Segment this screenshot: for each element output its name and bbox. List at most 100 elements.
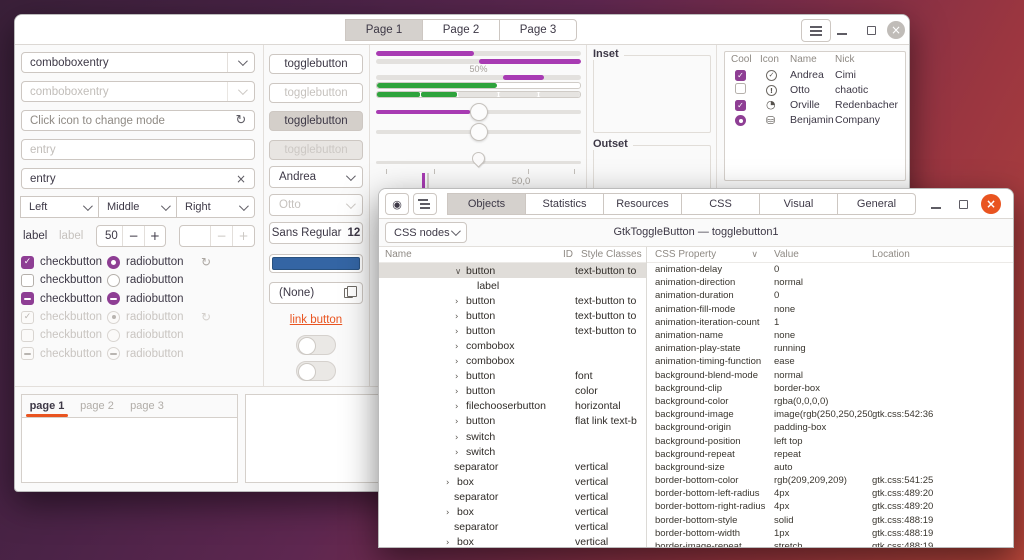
column-header-value[interactable]: Value bbox=[766, 249, 872, 260]
position-combobox[interactable]: Right bbox=[176, 196, 255, 218]
node-tree-row[interactable]: ∨button text-button to bbox=[379, 263, 646, 278]
color-button[interactable] bbox=[269, 254, 363, 273]
cool-checkbox[interactable] bbox=[735, 83, 746, 94]
css-property-row[interactable]: background-position left top bbox=[647, 434, 1013, 447]
clear-icon[interactable]: × bbox=[228, 172, 254, 186]
css-property-row[interactable]: animation-name none bbox=[647, 329, 1013, 342]
node-tree-row[interactable]: ›button text-button to bbox=[379, 308, 646, 323]
main-headerbar[interactable]: Page 1 Page 2 Page 3 × bbox=[15, 15, 909, 45]
slider-handle[interactable] bbox=[470, 103, 488, 121]
column-header-css-property[interactable]: CSS Property bbox=[655, 249, 716, 260]
togglebutton[interactable]: togglebutton bbox=[269, 54, 363, 74]
spin-minus-button[interactable]: − bbox=[122, 226, 143, 246]
mode-entry[interactable]: ↻ bbox=[21, 110, 255, 131]
maximize-button[interactable] bbox=[867, 26, 876, 35]
css-property-row[interactable]: background-size auto bbox=[647, 461, 1013, 474]
expander-icon[interactable]: › bbox=[455, 327, 466, 337]
inspector-tab[interactable]: Statistics bbox=[525, 193, 604, 215]
node-tree-row[interactable]: separator vertical bbox=[379, 459, 646, 474]
menu-button[interactable] bbox=[801, 19, 831, 42]
checkbox[interactable] bbox=[21, 329, 34, 342]
inspector-headerbar[interactable]: ◉ Objects Statistics Resources CSS Visua… bbox=[379, 189, 1013, 219]
filechooser-button[interactable]: (None) bbox=[269, 282, 363, 304]
notebook-tab[interactable]: page 1 bbox=[22, 395, 72, 417]
radiobutton[interactable] bbox=[107, 311, 120, 324]
node-tree-row[interactable]: ›box vertical bbox=[379, 505, 646, 520]
node-tree-row[interactable]: ›combobox bbox=[379, 338, 646, 353]
comboboxentry[interactable] bbox=[21, 52, 255, 73]
column-header-location[interactable]: Location bbox=[872, 249, 1013, 260]
radiobutton[interactable] bbox=[107, 274, 120, 287]
css-property-row[interactable]: background-repeat repeat bbox=[647, 448, 1013, 461]
css-property-row[interactable]: border-bottom-width 1px gtk.css:488:19 bbox=[647, 527, 1013, 540]
css-property-row[interactable]: background-color rgba(0,0,0,0) bbox=[647, 395, 1013, 408]
node-tree-row[interactable]: ›button text-button to bbox=[379, 293, 646, 308]
scale-marks[interactable] bbox=[376, 151, 581, 177]
css-property-row[interactable]: animation-delay 0 bbox=[647, 263, 1013, 276]
treeview-header[interactable]: Cool Icon Name Nick bbox=[725, 52, 905, 67]
position-combobox[interactable]: Middle bbox=[98, 196, 177, 218]
table-row[interactable]: ⛁ Benjamin Company bbox=[725, 113, 905, 128]
inspector-tab[interactable]: Visual bbox=[759, 193, 838, 215]
expander-icon[interactable]: › bbox=[455, 297, 466, 307]
minimize-button[interactable] bbox=[837, 33, 847, 35]
page-tab[interactable]: Page 1 bbox=[345, 19, 423, 41]
close-button[interactable]: × bbox=[887, 21, 905, 39]
css-property-row[interactable]: background-image image(rgb(250,250,250))… bbox=[647, 408, 1013, 421]
entry[interactable]: × bbox=[21, 168, 255, 189]
expander-icon[interactable]: › bbox=[446, 508, 457, 518]
expander-icon[interactable]: › bbox=[455, 433, 466, 443]
inspector-tab[interactable]: CSS bbox=[681, 193, 760, 215]
checkbox[interactable] bbox=[21, 274, 34, 287]
radiobutton[interactable] bbox=[107, 347, 120, 360]
notebook-tab[interactable]: page 3 bbox=[122, 395, 172, 417]
table-row[interactable]: ◔ Orville Redenbacher bbox=[725, 97, 905, 112]
node-tree-row[interactable]: separator vertical bbox=[379, 489, 646, 504]
scale-filled[interactable] bbox=[376, 102, 581, 122]
css-property-row[interactable]: border-bottom-color rgb(209,209,209) gtk… bbox=[647, 474, 1013, 487]
node-tree-row[interactable]: label bbox=[379, 278, 646, 293]
expander-icon[interactable]: › bbox=[455, 417, 466, 427]
expander-icon[interactable]: › bbox=[455, 448, 466, 458]
page-tab[interactable]: Page 3 bbox=[499, 19, 577, 41]
expander-icon[interactable]: › bbox=[446, 478, 457, 488]
expander-icon[interactable]: › bbox=[446, 538, 457, 547]
node-tree-row[interactable]: ›button flat link text-b bbox=[379, 414, 646, 429]
expander-icon[interactable]: › bbox=[455, 312, 466, 322]
expander-icon[interactable]: › bbox=[455, 402, 466, 412]
radiobutton[interactable] bbox=[107, 292, 120, 305]
css-property-row[interactable]: animation-iteration-count 1 bbox=[647, 316, 1013, 329]
spinbutton[interactable]: 50 − + bbox=[96, 225, 166, 247]
column-header-name[interactable]: Name bbox=[788, 54, 835, 65]
cool-checkbox[interactable] bbox=[735, 70, 746, 81]
togglebutton[interactable]: togglebutton bbox=[269, 111, 363, 131]
togglebutton[interactable]: togglebutton bbox=[269, 140, 363, 160]
slider-marker-handle[interactable] bbox=[469, 149, 487, 167]
expander-icon[interactable]: › bbox=[455, 372, 466, 382]
css-property-row[interactable]: border-bottom-style solid gtk.css:488:19 bbox=[647, 514, 1013, 527]
css-property-row[interactable]: background-origin padding-box bbox=[647, 421, 1013, 434]
expander-icon[interactable]: › bbox=[455, 357, 466, 367]
switch[interactable] bbox=[296, 335, 336, 355]
expander-icon[interactable]: › bbox=[455, 387, 466, 397]
close-button[interactable]: × bbox=[981, 194, 1001, 214]
radiobutton[interactable] bbox=[107, 256, 120, 269]
column-header-name[interactable]: Name bbox=[379, 249, 557, 260]
node-tree-header[interactable]: Name ID Style Classes bbox=[379, 247, 646, 263]
position-combobox[interactable]: Left bbox=[20, 196, 99, 218]
checkbox[interactable] bbox=[21, 292, 34, 305]
css-property-row[interactable]: animation-timing-function ease bbox=[647, 355, 1013, 368]
checkbox[interactable] bbox=[21, 256, 34, 269]
table-row[interactable]: ✓ Andrea Cimi bbox=[725, 67, 905, 82]
cool-checkbox[interactable] bbox=[735, 115, 746, 126]
table-row[interactable]: ! Otto chaotic bbox=[725, 82, 905, 97]
column-header-icon[interactable]: Icon bbox=[758, 54, 788, 65]
inspector-tab[interactable]: General bbox=[837, 193, 916, 215]
minimize-button[interactable] bbox=[931, 207, 941, 209]
scale-plain[interactable] bbox=[376, 122, 581, 142]
css-properties-header[interactable]: CSS Property ∨ Value Location bbox=[647, 247, 1013, 263]
entry-input[interactable] bbox=[22, 173, 228, 185]
node-tree-row[interactable]: separator vertical bbox=[379, 520, 646, 535]
switch[interactable] bbox=[296, 361, 336, 381]
css-property-row[interactable]: animation-duration 0 bbox=[647, 289, 1013, 302]
